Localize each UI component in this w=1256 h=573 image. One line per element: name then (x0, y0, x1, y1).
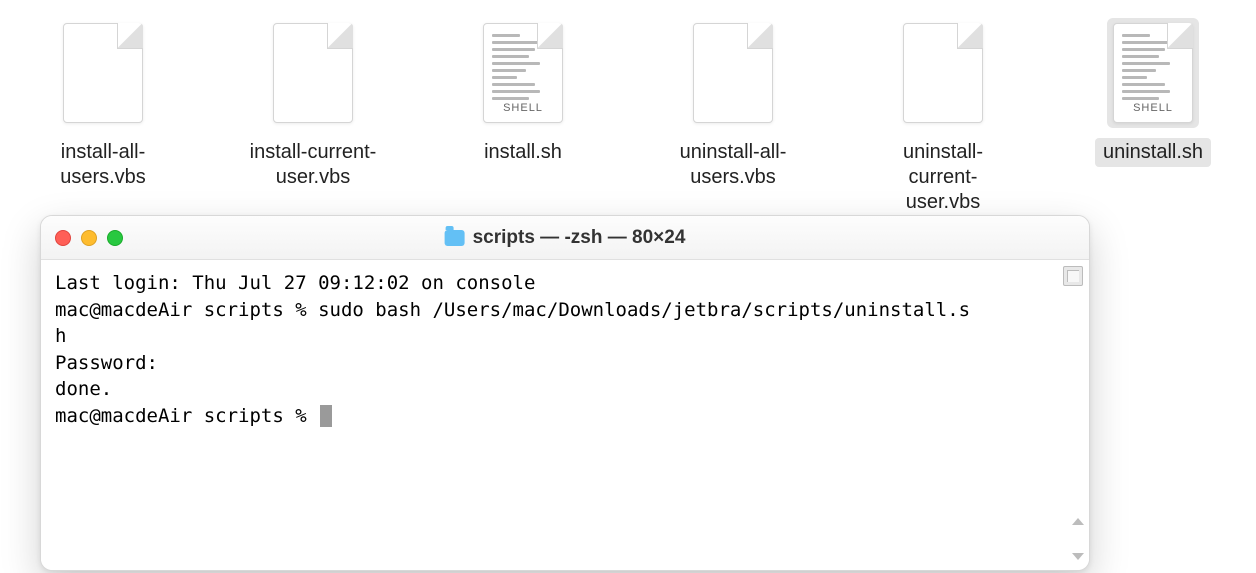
finder-files-row: install-all-users.vbs install-current-use… (0, 0, 1256, 217)
terminal-title-text: scripts — -zsh — 80×24 (473, 227, 686, 249)
file-icon-wrap[interactable] (267, 18, 359, 128)
scrollbar[interactable] (1071, 516, 1085, 566)
file-label[interactable]: install.sh (476, 138, 570, 167)
file-item[interactable]: SHELL install.sh (448, 18, 598, 167)
terminal-line: h (55, 323, 1075, 350)
file-icon-wrap[interactable] (687, 18, 779, 128)
generic-file-icon (273, 23, 353, 123)
terminal-title: scripts — -zsh — 80×24 (445, 227, 686, 249)
generic-file-icon (903, 23, 983, 123)
shell-badge: SHELL (503, 102, 543, 114)
cursor-icon (320, 405, 332, 427)
file-item[interactable]: install-current-user.vbs (238, 18, 388, 192)
shell-badge: SHELL (1133, 102, 1173, 114)
file-item[interactable]: SHELL uninstall.sh (1078, 18, 1228, 167)
terminal-body[interactable]: Last login: Thu Jul 27 09:12:02 on conso… (41, 260, 1089, 570)
terminal-line: Last login: Thu Jul 27 09:12:02 on conso… (55, 270, 1075, 297)
zoom-button[interactable] (107, 230, 123, 246)
terminal-titlebar[interactable]: scripts — -zsh — 80×24 (41, 216, 1089, 260)
file-icon-wrap[interactable] (57, 18, 149, 128)
file-label[interactable]: install-current-user.vbs (238, 138, 388, 192)
scroll-down-icon[interactable] (1072, 553, 1084, 560)
file-label[interactable]: install-all-users.vbs (28, 138, 178, 192)
page-fold-icon (747, 23, 773, 49)
minimize-button[interactable] (81, 230, 97, 246)
scroll-up-icon[interactable] (1072, 518, 1084, 525)
close-button[interactable] (55, 230, 71, 246)
file-label[interactable]: uninstall-all-users.vbs (658, 138, 808, 192)
terminal-content[interactable]: Last login: Thu Jul 27 09:12:02 on conso… (55, 270, 1075, 430)
page-fold-icon (537, 23, 563, 49)
page-fold-icon (117, 23, 143, 49)
page-indicator-icon (1063, 266, 1083, 286)
generic-file-icon (63, 23, 143, 123)
file-item[interactable]: install-all-users.vbs (28, 18, 178, 192)
file-icon-wrap[interactable]: SHELL (1107, 18, 1199, 128)
terminal-line: Password: (55, 350, 1075, 377)
terminal-line: mac@macdeAir scripts % sudo bash /Users/… (55, 297, 1075, 324)
generic-file-icon (693, 23, 773, 123)
terminal-line: done. (55, 376, 1075, 403)
shell-file-icon: SHELL (483, 23, 563, 123)
file-label[interactable]: uninstall-current-user.vbs (868, 138, 1018, 217)
window-controls (55, 230, 123, 246)
page-fold-icon (327, 23, 353, 49)
file-item[interactable]: uninstall-current-user.vbs (868, 18, 1018, 217)
page-fold-icon (957, 23, 983, 49)
file-icon-wrap[interactable]: SHELL (477, 18, 569, 128)
shell-file-icon: SHELL (1113, 23, 1193, 123)
terminal-line: mac@macdeAir scripts % (55, 403, 1075, 430)
file-item[interactable]: uninstall-all-users.vbs (658, 18, 808, 192)
folder-icon (445, 230, 465, 246)
page-fold-icon (1167, 23, 1193, 49)
terminal-window[interactable]: scripts — -zsh — 80×24 Last login: Thu J… (40, 215, 1090, 571)
file-icon-wrap[interactable] (897, 18, 989, 128)
file-label[interactable]: uninstall.sh (1095, 138, 1211, 167)
